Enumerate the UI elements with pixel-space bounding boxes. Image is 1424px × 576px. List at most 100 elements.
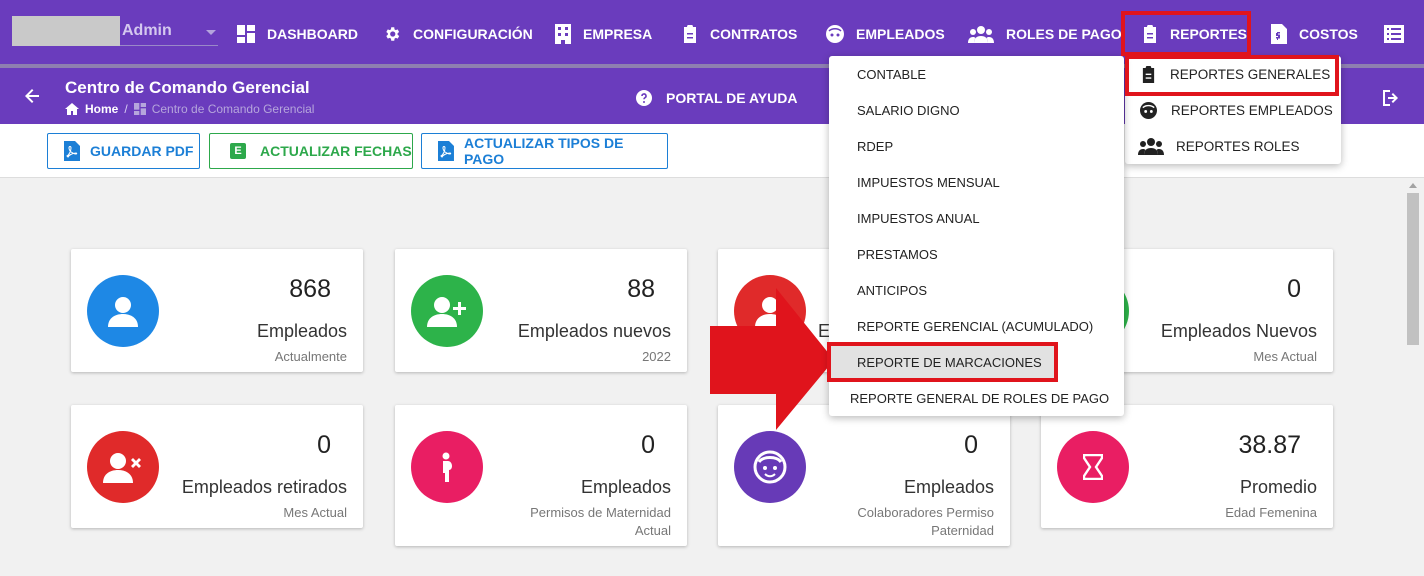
clipboard-icon [1144,25,1156,43]
list-icon [1384,25,1404,43]
stat-card-empleados-retirados: 0 Empleados retirados Mes Actual [71,405,363,528]
person-remove-icon [87,431,159,503]
clipboard-icon [1142,65,1155,83]
scroll-up-icon[interactable] [1409,183,1417,188]
nav-label: DASHBOARD [267,26,358,42]
page-title: Centro de Comando Gerencial [65,78,310,97]
breadcrumb-separator: / [124,102,128,116]
submenu-item[interactable]: SALARIO DIGNO [829,92,960,128]
submenu-item[interactable]: REPORTE GENERAL DE ROLES DE PAGO [829,380,1109,416]
stat-card-edad-femenina: 38.87 Promedio Edad Femenina [1041,405,1333,528]
stat-value: 0 [964,431,978,459]
help-portal-link[interactable]: PORTAL DE AYUDA [636,90,797,106]
menu-item-reportes-empleados[interactable]: REPORTES EMPLEADOS [1125,92,1341,128]
hourglass-icon [1057,431,1129,503]
stat-label: Empleados Nuevos [1160,321,1317,341]
pregnant-woman-icon [411,431,483,503]
button-label: ACTUALIZAR FECHAS [260,143,412,159]
help-icon [636,90,652,106]
submenu-item[interactable]: PRESTAMOS [829,236,938,272]
nav-empresa[interactable]: EMPRESA [555,20,652,48]
child-face-icon [734,431,806,503]
submenu-item[interactable]: IMPUESTOS MENSUAL [829,164,1000,200]
stat-value: 0 [317,431,331,459]
group-icon [1138,138,1164,155]
caret-down-icon [206,30,216,35]
stat-value: 0 [641,431,655,459]
nav-label: CONTRATOS [710,26,798,42]
stat-label: Empleados nuevos [517,321,671,341]
nav-costos[interactable]: COSTOS [1271,20,1358,48]
stat-sublabel: Colaboradores Permiso Paternidad [857,505,994,538]
submenu-item-reporte-marcaciones[interactable]: REPORTE DE MARCACIONES [831,344,1055,380]
stat-card-maternidad: 0 Empleados Permisos de Maternidad Actua… [395,405,687,546]
nav-label: EMPLEADOS [856,26,945,42]
pdf-icon [438,141,454,161]
nav-label: REPORTES [1170,26,1248,42]
nav-label: COSTOS [1299,26,1358,42]
stat-card-empleados-nuevos: 88 Empleados nuevos 2022 [395,249,687,372]
menu-item-label: REPORTES GENERALES [1170,66,1331,82]
stat-sublabel: Actualmente [274,349,347,364]
nav-label: EMPRESA [583,26,653,42]
scrollbar-thumb[interactable] [1407,193,1419,345]
stat-label: Empleados [256,321,347,341]
button-label: GUARDAR PDF [90,143,194,159]
person-add-icon [411,275,483,347]
stat-card-empleados: 868 Empleados Actualmente [71,249,363,372]
back-arrow-icon[interactable] [22,86,42,106]
user-name: Admin [122,22,172,39]
redacted-username [12,16,120,46]
submenu-item[interactable]: IMPUESTOS ANUAL [829,200,980,236]
reportes-dropdown: REPORTES GENERALES REPORTES EMPLEADOS RE… [1125,56,1341,164]
stat-label: Empleados retirados [181,477,347,497]
stat-sublabel: Permisos de Maternidad Actual [530,505,671,538]
stat-sublabel: Mes Actual [283,505,347,520]
nav-reportes[interactable]: REPORTES [1142,20,1247,48]
group-icon [968,26,994,43]
nav-label: CONFIGURACIÓN [413,26,533,42]
guardar-pdf-button[interactable]: GUARDAR PDF [47,133,200,169]
nav-empleados[interactable]: EMPLEADOS [826,20,945,48]
excel-icon: E [230,143,246,159]
menu-item-label: REPORTES ROLES [1176,138,1300,154]
breadcrumb-home[interactable]: Home [85,102,118,116]
pdf-icon [64,141,80,161]
menu-item-reportes-generales[interactable]: REPORTES GENERALES [1125,56,1341,92]
submenu-item[interactable]: CONTABLE [829,56,926,92]
stat-label: Empleados [580,477,671,497]
dashboard-icon [133,103,146,115]
dashboard-icon [237,25,255,43]
nav-roles-de-pago[interactable]: ROLES DE PAGO [968,20,1122,48]
face-icon [826,25,844,43]
nav-more[interactable] [1384,20,1404,48]
user-selector[interactable]: Admin [12,16,218,46]
clipboard-icon [684,25,696,43]
button-label: ACTUALIZAR TIPOS DE PAGO [463,135,624,167]
breadcrumb: Home / Centro de Comando Gerencial [65,102,314,116]
stat-value: 0 [1287,275,1301,303]
nav-dashboard[interactable]: DASHBOARD [237,20,358,48]
actualizar-fechas-button[interactable]: E ACTUALIZAR FECHAS [209,133,413,169]
stat-sublabel: Edad Femenina [1225,505,1317,520]
menu-item-reportes-roles[interactable]: REPORTES ROLES [1125,128,1341,164]
breadcrumb-current: Centro de Comando Gerencial [151,102,315,116]
actualizar-tipos-de-pago-button[interactable]: ACTUALIZAR TIPOS DE PAGO [421,133,668,169]
gear-icon [386,27,400,41]
submenu-item[interactable]: ANTICIPOS [829,272,927,308]
building-icon [555,24,571,44]
submenu-item[interactable]: REPORTE GERENCIAL (ACUMULADO) [829,308,1093,344]
reportes-generales-submenu: CONTABLE SALARIO DIGNO RDEP IMPUESTOS ME… [829,56,1124,416]
stat-value: 38.87 [1238,431,1301,459]
nav-label: ROLES DE PAGO [1006,26,1122,42]
menu-item-label: REPORTES EMPLEADOS [1171,102,1333,118]
logout-icon[interactable] [1380,88,1400,108]
nav-configuracion[interactable]: CONFIGURACIÓN [383,20,533,48]
face-icon [1140,101,1157,119]
nav-contratos[interactable]: CONTRATOS [682,20,797,48]
home-icon [65,103,79,115]
stat-label: Empleados [903,477,994,497]
stat-value: 868 [289,275,331,303]
submenu-item[interactable]: RDEP [829,128,893,164]
stat-sublabel: Mes Actual [1253,349,1317,364]
